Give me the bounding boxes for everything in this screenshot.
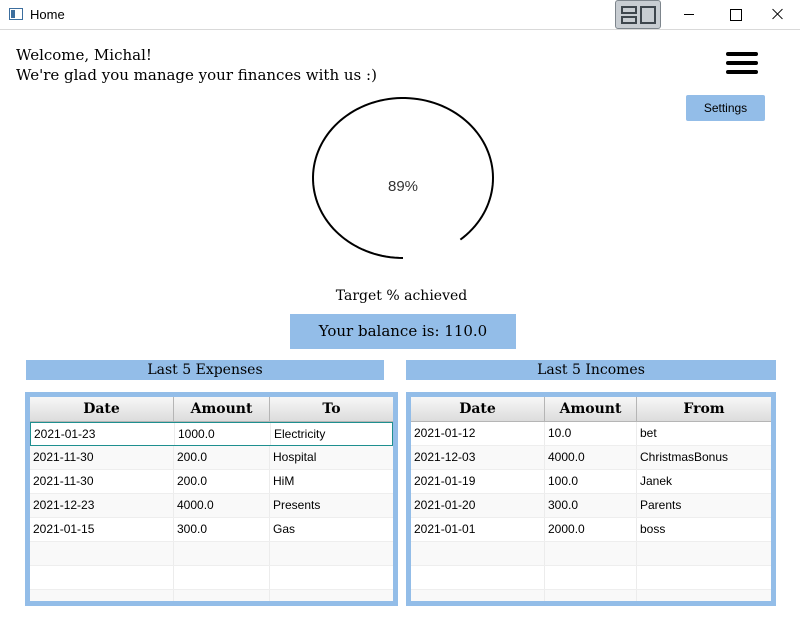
column-header-to[interactable]: To bbox=[270, 397, 393, 421]
table-cell bbox=[270, 542, 393, 565]
table-cell bbox=[174, 542, 270, 565]
table-cell: boss bbox=[640, 522, 666, 536]
column-header-from[interactable]: From bbox=[637, 397, 771, 421]
settings-button[interactable]: Settings bbox=[686, 95, 765, 121]
table-cell: 2021-01-01 bbox=[411, 518, 545, 541]
column-header-amount[interactable]: Amount bbox=[174, 397, 270, 421]
incomes-row[interactable]: 2021-01-19 100.0 Janek bbox=[411, 470, 771, 494]
table-cell: 2021-01-19 bbox=[411, 470, 545, 493]
table-cell: 100.0 bbox=[545, 470, 637, 493]
column-header-date[interactable]: Date bbox=[411, 397, 545, 421]
title-bar: Home bbox=[0, 0, 800, 30]
table-cell: Gas bbox=[273, 522, 296, 536]
balance-display: Your balance is: 110.0 bbox=[290, 314, 516, 349]
incomes-table-body: 2021-01-12 10.0 bet 2021-12-03 4000.0 Christm… bbox=[411, 422, 771, 601]
table-cell bbox=[270, 566, 393, 589]
table-cell bbox=[411, 542, 545, 565]
table-cell: 2021-01-12 bbox=[411, 422, 545, 445]
table-cell: Janek bbox=[640, 474, 673, 488]
column-header-amount[interactable]: Amount bbox=[545, 397, 637, 421]
hamburger-menu-icon[interactable] bbox=[726, 52, 758, 74]
table-cell bbox=[545, 542, 637, 565]
expenses-table-body: 2021-01-23 1000.0 Electricity 2021-11-30 200… bbox=[30, 422, 393, 601]
table-cell bbox=[270, 590, 393, 601]
table-cell: 1000.0 bbox=[175, 423, 271, 445]
expenses-section-title: Last 5 Expenses bbox=[26, 360, 384, 380]
expenses-empty-row bbox=[30, 542, 393, 566]
table-cell: 2000.0 bbox=[545, 518, 637, 541]
target-achieved-label: Target % achieved bbox=[335, 288, 468, 304]
incomes-empty-row bbox=[411, 542, 771, 566]
expenses-row[interactable]: 2021-12-23 4000.0 Presents bbox=[30, 494, 393, 518]
expenses-row[interactable]: 2021-01-23 1000.0 Electricity bbox=[30, 422, 393, 446]
table-cell: 200.0 bbox=[174, 470, 270, 493]
incomes-empty-row bbox=[411, 566, 771, 590]
close-button[interactable] bbox=[754, 0, 800, 29]
table-cell bbox=[411, 566, 545, 589]
welcome-greeting: Welcome, Michal! bbox=[16, 46, 152, 64]
table-cell bbox=[30, 566, 174, 589]
table-cell: 300.0 bbox=[545, 494, 637, 517]
incomes-table: Date Amount From 2021-01-12 10.0 bet 2021-1… bbox=[406, 392, 776, 606]
table-cell: 300.0 bbox=[174, 518, 270, 541]
table-cell: 2021-11-30 bbox=[30, 470, 174, 493]
table-cell bbox=[545, 566, 637, 589]
table-cell: Parents bbox=[640, 498, 682, 512]
minimize-button[interactable] bbox=[666, 0, 712, 29]
expenses-row[interactable]: 2021-11-30 200.0 HiM bbox=[30, 470, 393, 494]
expenses-table: Date Amount To 2021-01-23 1000.0 Electrici… bbox=[25, 392, 398, 606]
table-cell: Hospital bbox=[273, 450, 317, 464]
table-cell bbox=[174, 566, 270, 589]
table-cell: 2021-12-03 bbox=[411, 446, 545, 469]
table-cell: bet bbox=[640, 426, 657, 440]
snap-layout-icon[interactable] bbox=[615, 0, 661, 29]
incomes-row[interactable]: 2021-01-20 300.0 Parents bbox=[411, 494, 771, 518]
incomes-row[interactable]: 2021-01-01 2000.0 boss bbox=[411, 518, 771, 542]
table-cell: Electricity bbox=[274, 427, 326, 441]
table-cell bbox=[637, 566, 771, 589]
table-cell: 4000.0 bbox=[545, 446, 637, 469]
expenses-row[interactable]: 2021-11-30 200.0 Hospital bbox=[30, 446, 393, 470]
welcome-subtitle: We're glad you manage your finances with… bbox=[16, 66, 377, 84]
app-window-icon bbox=[9, 8, 23, 20]
progress-percent: 89% bbox=[387, 178, 419, 195]
window-title: Home bbox=[30, 7, 65, 22]
table-cell: Presents bbox=[273, 498, 321, 512]
expenses-row[interactable]: 2021-01-15 300.0 Gas bbox=[30, 518, 393, 542]
table-cell: HiM bbox=[273, 474, 295, 488]
table-cell: 2021-12-23 bbox=[30, 494, 174, 517]
column-header-date[interactable]: Date bbox=[30, 397, 174, 421]
table-cell bbox=[637, 590, 771, 601]
table-cell bbox=[637, 542, 771, 565]
expenses-empty-row bbox=[30, 566, 393, 590]
table-cell bbox=[30, 542, 174, 565]
table-cell: ChristmasBonus bbox=[640, 450, 729, 464]
table-cell: 2021-01-20 bbox=[411, 494, 545, 517]
expenses-empty-row bbox=[30, 590, 393, 601]
table-cell: 2021-01-23 bbox=[31, 423, 175, 445]
expenses-table-header: Date Amount To bbox=[30, 397, 393, 422]
table-cell: 200.0 bbox=[174, 446, 270, 469]
table-cell bbox=[174, 590, 270, 601]
table-cell: 2021-11-30 bbox=[30, 446, 174, 469]
table-cell bbox=[30, 590, 174, 601]
incomes-row[interactable]: 2021-01-12 10.0 bet bbox=[411, 422, 771, 446]
table-cell bbox=[545, 590, 637, 601]
table-cell: 4000.0 bbox=[174, 494, 270, 517]
table-cell: 10.0 bbox=[545, 422, 637, 445]
incomes-empty-row bbox=[411, 590, 771, 601]
table-cell bbox=[411, 590, 545, 601]
welcome-message: Welcome, Michal! We're glad you manage y… bbox=[16, 45, 377, 85]
incomes-section-title: Last 5 Incomes bbox=[406, 360, 776, 380]
maximize-button[interactable] bbox=[712, 0, 758, 29]
incomes-row[interactable]: 2021-12-03 4000.0 ChristmasBonus bbox=[411, 446, 771, 470]
table-cell: 2021-01-15 bbox=[30, 518, 174, 541]
incomes-table-header: Date Amount From bbox=[411, 397, 771, 422]
